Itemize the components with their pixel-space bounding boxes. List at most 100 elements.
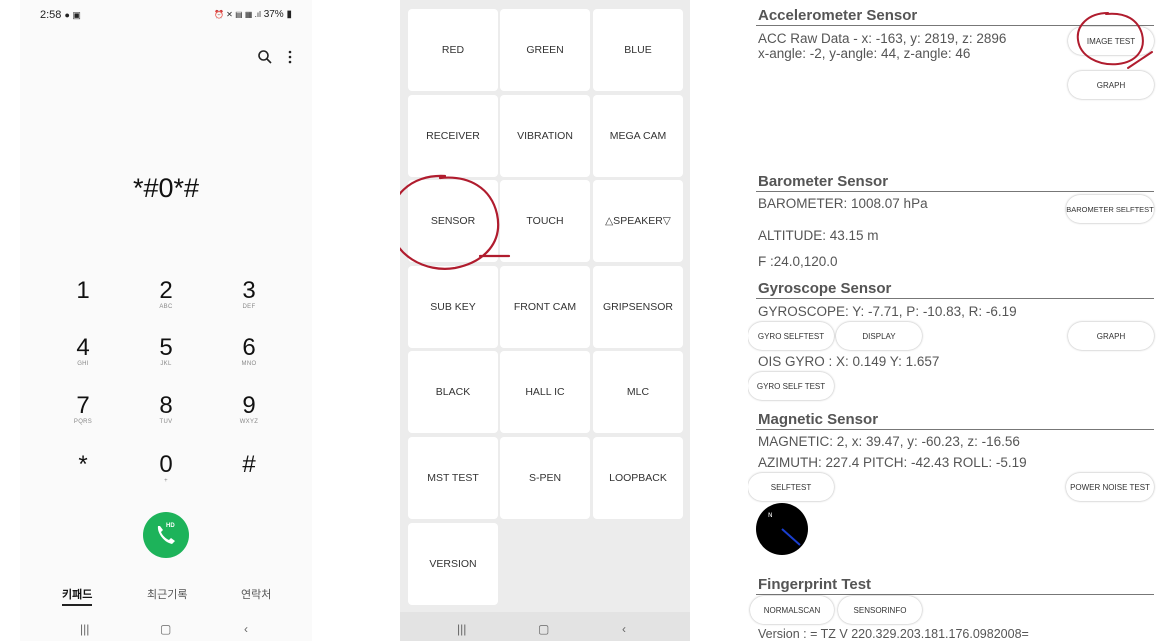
divider bbox=[756, 191, 1154, 192]
normalscan-button[interactable]: NORMALSCAN bbox=[750, 596, 834, 624]
key-2[interactable]: 2 ABC bbox=[136, 278, 196, 311]
mag-selftest-button[interactable]: SELFTEST bbox=[748, 473, 834, 501]
key-digit: 6 bbox=[242, 334, 256, 361]
barometer-title: Barometer Sensor bbox=[758, 173, 889, 190]
divider bbox=[756, 429, 1154, 430]
key-5[interactable]: 5 JKL bbox=[136, 335, 196, 368]
tile-loopback[interactable]: LOOPBACK bbox=[593, 437, 683, 519]
tab-contacts[interactable]: 연락처 bbox=[241, 586, 271, 602]
hd-badge: HD bbox=[166, 523, 175, 529]
key-9[interactable]: 9 WXYZ bbox=[219, 393, 279, 426]
tile-blue[interactable]: BLUE bbox=[593, 9, 683, 91]
status-icons: ⏰ ✕ ▤ ▦ .ıl bbox=[214, 10, 261, 19]
status-bar-left: 2:58 ● ▣ bbox=[40, 9, 81, 21]
tile-sensor[interactable]: SENSOR bbox=[408, 180, 498, 262]
search-icon[interactable] bbox=[258, 50, 272, 64]
tile-mega-cam[interactable]: MEGA CAM bbox=[593, 95, 683, 177]
recent-apps-icon[interactable]: ||| bbox=[80, 622, 89, 636]
svg-text:N: N bbox=[768, 512, 773, 519]
phone-icon bbox=[157, 526, 175, 544]
tile-s-pen[interactable]: S-PEN bbox=[500, 437, 590, 519]
key-digit: 4 bbox=[76, 334, 90, 361]
orientation-value: AZIMUTH: 227.4 PITCH: -42.43 ROLL: -5.19 bbox=[758, 455, 1027, 470]
more-options-icon[interactable] bbox=[288, 50, 292, 64]
ois-gyro-value: OIS GYRO : X: 0.149 Y: 1.657 bbox=[758, 354, 940, 369]
tile-speaker[interactable]: △SPEAKER▽ bbox=[593, 180, 683, 262]
key-letters: MNO bbox=[241, 361, 257, 367]
gyro-display-button[interactable]: DISPLAY bbox=[836, 322, 922, 350]
ois-gyro-selftest-button[interactable]: GYRO SELF TEST bbox=[748, 372, 834, 400]
accel-graph-button[interactable]: GRAPH bbox=[1068, 71, 1154, 99]
key-0[interactable]: 0 + bbox=[136, 452, 196, 485]
key-letters: JKL bbox=[160, 361, 172, 367]
chat-icon: ● ▣ bbox=[64, 10, 81, 20]
tab-keypad[interactable]: 키패드 bbox=[62, 586, 93, 606]
back-icon[interactable]: ‹ bbox=[622, 622, 626, 636]
status-time: 2:58 bbox=[40, 9, 62, 21]
acc-angles: x-angle: -2, y-angle: 44, z-angle: 46 bbox=[758, 46, 971, 61]
accelerometer-title: Accelerometer Sensor bbox=[758, 7, 918, 24]
gyro-selftest-button[interactable]: GYRO SELFTEST bbox=[748, 322, 834, 350]
key-digit: 9 bbox=[242, 392, 256, 419]
key-6[interactable]: 6 MNO bbox=[219, 335, 279, 368]
tile-vibration[interactable]: VIBRATION bbox=[500, 95, 590, 177]
divider bbox=[756, 298, 1154, 299]
f-value: F :24.0,120.0 bbox=[758, 254, 838, 269]
tile-mlc[interactable]: MLC bbox=[593, 351, 683, 433]
recent-apps-icon[interactable]: ||| bbox=[457, 622, 466, 636]
key-digit: 2 bbox=[159, 277, 173, 304]
compass-dial: N bbox=[756, 503, 808, 555]
key-star[interactable]: * bbox=[53, 452, 113, 478]
tile-mst-test[interactable]: MST TEST bbox=[408, 437, 498, 519]
battery-icon: ▮ bbox=[286, 9, 292, 20]
key-letters: PQRS bbox=[73, 419, 93, 425]
battery-level: 37% bbox=[263, 9, 284, 20]
altitude-value: ALTITUDE: 43.15 m bbox=[758, 228, 879, 243]
key-4[interactable]: 4 GHI bbox=[53, 335, 113, 368]
key-1[interactable]: 1 bbox=[53, 278, 113, 304]
magnetic-value: MAGNETIC: 2, x: 39.47, y: -60.23, z: -16… bbox=[758, 434, 1020, 449]
tile-green[interactable]: GREEN bbox=[500, 9, 590, 91]
key-letters: ABC bbox=[159, 304, 173, 310]
acc-raw-data: ACC Raw Data - x: -163, y: 2819, z: 2896 bbox=[758, 31, 1007, 46]
key-3[interactable]: 3 DEF bbox=[219, 278, 279, 311]
image-test-button[interactable]: IMAGE TEST bbox=[1068, 27, 1154, 55]
key-letters: TUV bbox=[159, 419, 173, 425]
compass-needle-icon: N bbox=[768, 512, 801, 546]
key-digit: * bbox=[78, 451, 88, 478]
call-button[interactable]: HD bbox=[143, 512, 189, 558]
key-hash[interactable]: # bbox=[219, 452, 279, 478]
fingerprint-version: Version : = TZ V 220.329.203.181.176.098… bbox=[758, 627, 1029, 641]
tile-gripsensor[interactable]: GRIPSENSOR bbox=[593, 266, 683, 348]
tile-black[interactable]: BLACK bbox=[408, 351, 498, 433]
key-letters: WXYZ bbox=[239, 419, 259, 425]
sensorinfo-button[interactable]: SENSORINFO bbox=[838, 596, 922, 624]
power-noise-test-button[interactable]: POWER NOISE TEST bbox=[1066, 473, 1154, 501]
key-7[interactable]: 7 PQRS bbox=[53, 393, 113, 426]
tile-sub-key[interactable]: SUB KEY bbox=[408, 266, 498, 348]
tab-recents[interactable]: 최근기록 bbox=[147, 586, 187, 602]
nav-bar: ||| ▢ ‹ bbox=[20, 622, 312, 640]
tile-hall-ic[interactable]: HALL IC bbox=[500, 351, 590, 433]
key-digit: 0 bbox=[159, 451, 173, 478]
key-8[interactable]: 8 TUV bbox=[136, 393, 196, 426]
gyro-graph-button[interactable]: GRAPH bbox=[1068, 322, 1154, 350]
gyroscope-title: Gyroscope Sensor bbox=[758, 280, 892, 297]
tile-touch[interactable]: TOUCH bbox=[500, 180, 590, 262]
tile-receiver[interactable]: RECEIVER bbox=[408, 95, 498, 177]
fingerprint-title: Fingerprint Test bbox=[758, 576, 872, 593]
key-digit: 3 bbox=[242, 277, 256, 304]
tile-red[interactable]: RED bbox=[408, 9, 498, 91]
gyroscope-value: GYROSCOPE: Y: -7.71, P: -10.83, R: -6.19 bbox=[758, 304, 1017, 319]
home-icon[interactable]: ▢ bbox=[160, 622, 171, 636]
magnetic-title: Magnetic Sensor bbox=[758, 411, 879, 428]
divider bbox=[756, 25, 1154, 26]
tile-front-cam[interactable]: FRONT CAM bbox=[500, 266, 590, 348]
key-letters: DEF bbox=[242, 304, 256, 310]
home-icon[interactable]: ▢ bbox=[538, 622, 549, 636]
dialer-toolbar bbox=[258, 50, 292, 64]
barometer-selftest-button[interactable]: BAROMETER SELFTEST bbox=[1066, 195, 1154, 223]
tile-version[interactable]: VERSION bbox=[408, 523, 498, 605]
back-icon[interactable]: ‹ bbox=[244, 622, 248, 636]
barometer-value: BAROMETER: 1008.07 hPa bbox=[758, 196, 928, 211]
